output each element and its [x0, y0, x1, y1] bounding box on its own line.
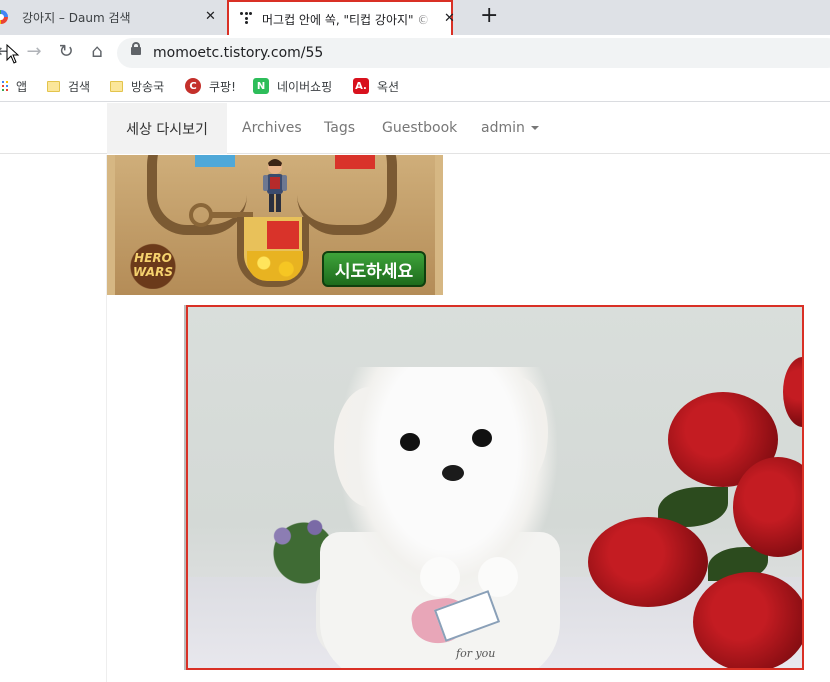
bookmark-folder-search[interactable]: 검색 [47, 76, 90, 96]
coupang-icon: C [185, 78, 201, 94]
hero-wars-ad-banner[interactable]: HERO WARS 시도하세요 [107, 155, 443, 295]
teacup-puppy-image: for you [188, 307, 802, 668]
tab-close-icon[interactable]: ✕ [205, 9, 216, 24]
site-navbar: 세상 다시보기 Archives Tags Guestbook admin [0, 103, 830, 154]
tab-strip: 강아지 – Daum 검색 ✕ 머그컵 안에 쏙, "티컵 강아지" © ✕ + [0, 0, 830, 35]
ad-cta-button[interactable]: 시도하세요 [322, 251, 426, 287]
bookmarks-bar: 앱 검색 방송국 C 쿠팡! N 네이버쇼핑 A. 옥션 [0, 70, 830, 102]
tab-teacup-puppy[interactable]: 머그컵 안에 쏙, "티컵 강아지" © ✕ [227, 0, 455, 35]
nav-archives-link[interactable]: Archives [242, 120, 302, 136]
browser-toolbar: ← → ↻ ⌂ momoetc.tistory.com/55 [0, 35, 830, 70]
ad-gold [247, 251, 303, 281]
naver-shopping-icon: N [253, 78, 269, 94]
bookmark-naver-shopping[interactable]: N 네이버쇼핑 [253, 76, 332, 96]
mouse-cursor-icon [6, 44, 20, 64]
tab-daum-search[interactable]: 강아지 – Daum 검색 ✕ [0, 0, 222, 35]
puppy-nose [442, 465, 464, 481]
puppy-eye-left [400, 433, 420, 451]
folder-icon [47, 80, 60, 92]
hero-wars-logo: HERO WARS [121, 239, 185, 289]
lock-icon[interactable] [131, 42, 141, 55]
puppy-paw-left [420, 557, 460, 597]
tab-title: 강아지 – Daum 검색 [22, 11, 131, 25]
url-text[interactable]: momoetc.tistory.com/55 [153, 45, 323, 61]
caret-down-icon [530, 126, 539, 130]
nav-admin-dropdown[interactable]: admin [481, 120, 539, 136]
cup-text: for you [456, 647, 496, 660]
bookmark-folder-broadcast[interactable]: 방송국 [110, 76, 164, 96]
red-rose [588, 517, 708, 607]
reload-button[interactable]: ↻ [56, 42, 76, 62]
bookmark-label: 쿠팡! [209, 79, 236, 94]
daum-favicon-icon [0, 10, 8, 24]
admin-label: admin [481, 120, 525, 136]
bookmark-auction[interactable]: A. 옥션 [353, 76, 399, 96]
puppy-photo[interactable]: for you [186, 305, 804, 670]
web-page: 세상 다시보기 Archives Tags Guestbook admin HE… [0, 103, 830, 682]
bookmark-label: 네이버쇼핑 [277, 79, 333, 94]
puppy-eye-right [472, 429, 492, 447]
auction-icon: A. [353, 78, 369, 94]
ad-pipe-right [297, 155, 397, 235]
address-bar[interactable]: momoetc.tistory.com/55 [117, 38, 830, 68]
site-brand-link[interactable]: 세상 다시보기 [107, 103, 227, 154]
bookmark-label: 검색 [68, 79, 91, 94]
tab-title: 머그컵 안에 쏙, "티컵 강아지" © [262, 13, 430, 27]
forward-button[interactable]: → [24, 42, 44, 62]
bookmark-label: 옥션 [377, 79, 400, 94]
ad-pin-ring [189, 203, 213, 227]
bookmark-label: 앱 [16, 79, 28, 94]
new-tab-button[interactable]: + [480, 4, 498, 28]
bookmark-apps[interactable]: 앱 [0, 76, 27, 96]
ad-pot-lava [267, 221, 299, 249]
bookmark-coupang[interactable]: C 쿠팡! [185, 76, 236, 96]
red-rose [693, 572, 802, 668]
home-button[interactable]: ⌂ [87, 42, 107, 62]
red-rose [783, 357, 802, 427]
bookmark-label: 방송국 [131, 79, 165, 94]
tistory-favicon-icon [240, 12, 252, 24]
folder-icon [110, 80, 123, 92]
hero-character-icon [263, 159, 287, 212]
nav-tags-link[interactable]: Tags [324, 120, 355, 136]
tab-close-icon[interactable]: ✕ [444, 11, 455, 26]
nav-guestbook-link[interactable]: Guestbook [382, 120, 457, 136]
apps-grid-icon [0, 81, 8, 91]
